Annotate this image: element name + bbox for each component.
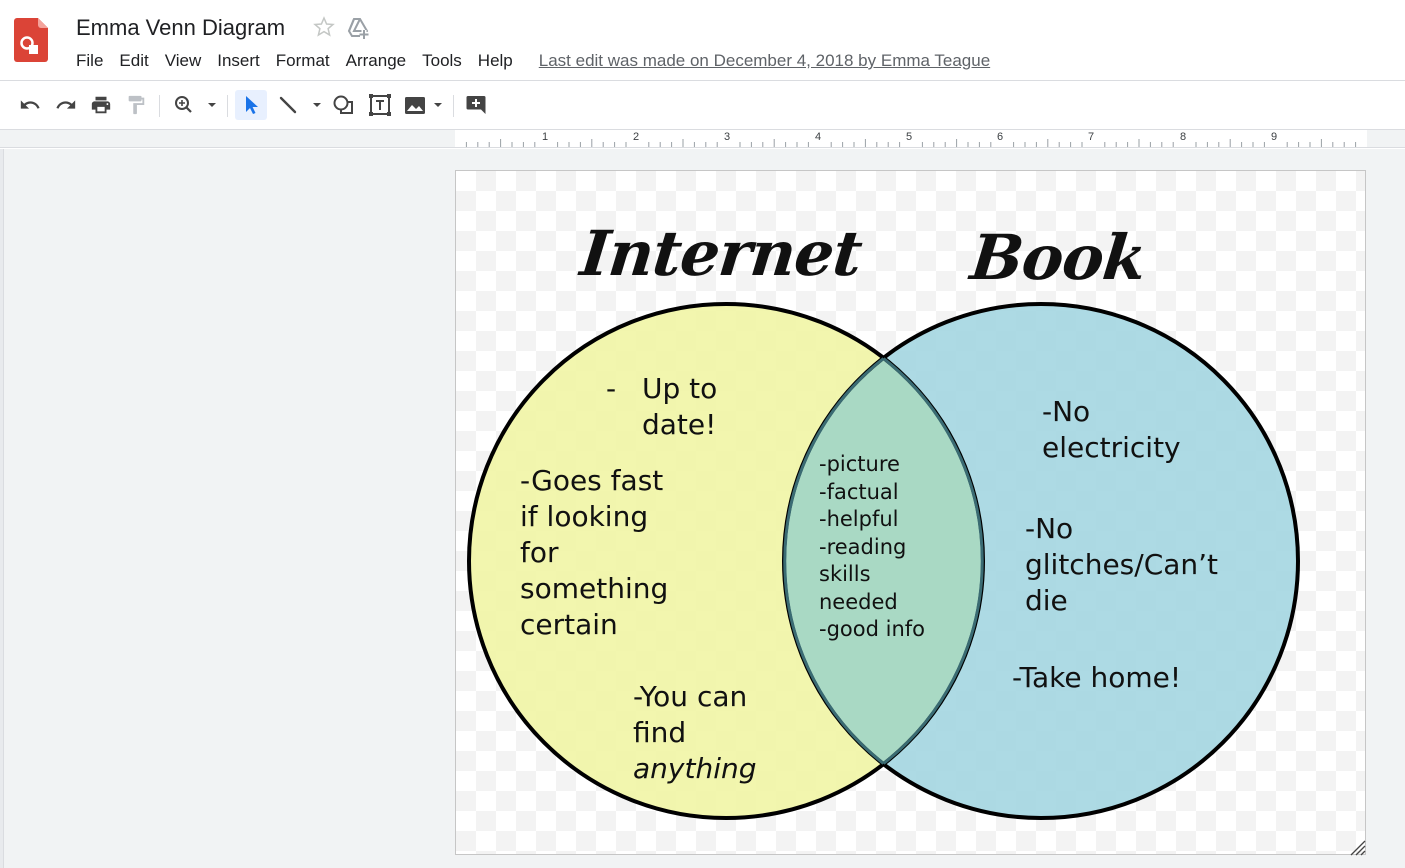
image-icon[interactable]: [401, 90, 445, 120]
comment-icon[interactable]: [462, 90, 490, 120]
internet-item-goes-fast[interactable]: -Goes fast if looking for something cert…: [520, 463, 668, 643]
menu-arrange[interactable]: Arrange: [338, 49, 414, 73]
ruler-number: 9: [1271, 131, 1278, 143]
ruler-number: 2: [633, 131, 640, 143]
book-item-take-home[interactable]: -Take home!: [1012, 660, 1181, 696]
toolbar-separator: [453, 95, 454, 117]
vertical-ruler: [0, 149, 4, 868]
star-icon[interactable]: [312, 15, 336, 39]
shape-icon[interactable]: [330, 90, 358, 120]
horizontal-ruler[interactable]: 1 2 3 4 5 6 7 8 9: [455, 130, 1367, 147]
header: Emma Venn Diagram File Edit View Insert …: [0, 0, 1405, 80]
google-drawings-logo[interactable]: [14, 18, 48, 62]
menu-tools[interactable]: Tools: [414, 49, 470, 73]
internet-item-up-to-date[interactable]: Up to date!: [642, 371, 717, 443]
menu-insert[interactable]: Insert: [209, 49, 268, 73]
ruler-number: 7: [1088, 131, 1095, 143]
book-item-no-glitches[interactable]: -No glitches/Can’t die: [1025, 511, 1218, 619]
paint-format-icon[interactable]: [122, 90, 150, 120]
ruler-number: 5: [906, 131, 913, 143]
internet-item-dash[interactable]: -: [606, 371, 616, 407]
print-icon[interactable]: [87, 90, 115, 120]
menu-bar: File Edit View Insert Format Arrange Too…: [68, 48, 990, 74]
canvas-resize-handle[interactable]: [1346, 836, 1366, 856]
ruler-number: 4: [815, 131, 822, 143]
internet-item-find-line1[interactable]: -You can: [633, 679, 747, 715]
internet-item-find-line2[interactable]: find: [633, 715, 686, 751]
ruler-number: 6: [997, 131, 1004, 143]
line-icon[interactable]: [273, 90, 325, 120]
redo-icon[interactable]: [52, 90, 80, 120]
overlap-items[interactable]: -picture -factual -helpful -reading skil…: [819, 451, 925, 644]
document-title[interactable]: Emma Venn Diagram: [76, 14, 285, 42]
menu-format[interactable]: Format: [268, 49, 338, 73]
menu-view[interactable]: View: [157, 49, 210, 73]
move-to-drive-icon[interactable]: [345, 16, 371, 40]
last-edit-link[interactable]: Last edit was made on December 4, 2018 b…: [539, 51, 990, 71]
menu-file[interactable]: File: [68, 49, 111, 73]
toolbar-separator: [159, 95, 160, 117]
book-title[interactable]: Book: [967, 221, 1149, 294]
menu-edit[interactable]: Edit: [111, 49, 156, 73]
undo-icon[interactable]: [16, 90, 44, 120]
menu-help[interactable]: Help: [470, 49, 521, 73]
toolbar: [0, 81, 1405, 129]
internet-title[interactable]: Internet: [577, 217, 865, 290]
text-box-icon[interactable]: [366, 90, 394, 120]
ruler-number: 3: [724, 131, 731, 143]
select-icon[interactable]: [235, 90, 267, 120]
drawing-canvas[interactable]: Internet Book - Up to date! -Goes fast i…: [455, 170, 1366, 855]
zoom-icon[interactable]: [170, 90, 218, 120]
internet-item-find-line3[interactable]: anything: [633, 751, 757, 787]
ruler-number: 8: [1180, 131, 1187, 143]
book-item-no-electricity[interactable]: -No electricity: [1042, 394, 1181, 466]
toolbar-separator: [227, 95, 228, 117]
ruler-number: 1: [542, 131, 549, 143]
